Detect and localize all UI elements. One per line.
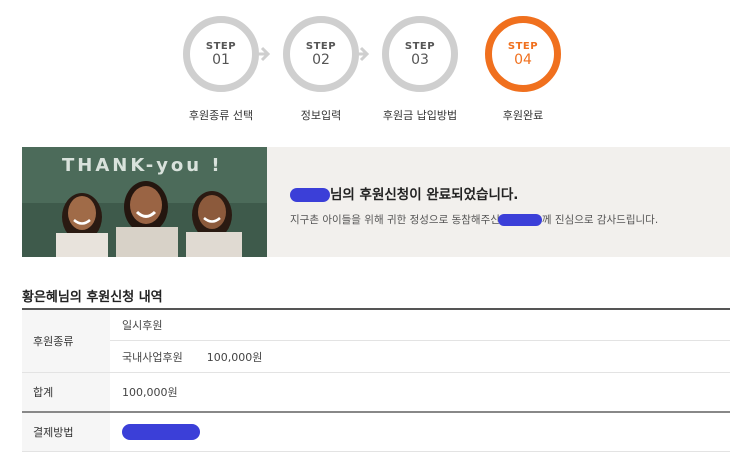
arrow-right-icon <box>352 46 370 62</box>
step-3-label: 후원금 납입방법 <box>382 109 458 122</box>
completion-banner: THANK-you ! 님의 후원신청이 완료되었습니다. 지구촌 아이들을 위… <box>22 147 730 257</box>
step-3-number: 03 <box>411 51 429 68</box>
redacted-name <box>497 214 542 226</box>
completion-subtitle-prefix: 지구촌 아이들을 위해 귀한 정성으로 동참해주신 <box>290 214 500 226</box>
payment-values <box>110 413 730 451</box>
step-4-word: STEP <box>507 40 539 52</box>
details-title: 황은혜님의 후원신청 내역 <box>22 290 163 305</box>
step-1-word: STEP <box>205 40 237 52</box>
completion-title-text: 님의 후원신청이 완료되었습니다. <box>330 187 519 203</box>
program-amount: 100,000원 <box>206 350 263 364</box>
completion-subtitle-suffix: 께 진심으로 감사드립니다. <box>541 214 659 226</box>
step-1-circle: STEP 01 <box>183 16 259 92</box>
completion-subtitle: 지구촌 아이들을 위해 귀한 정성으로 동참해주신 께 진심으로 감사드립니다. <box>290 212 720 227</box>
program-name: 국내사업후원 <box>122 350 183 364</box>
step-2: STEP 02 정보입력 <box>276 16 366 123</box>
step-progress: STEP 01 후원종류 선택 STEP 02 정보입력 STEP 03 후원금… <box>0 16 750 126</box>
arrow-right-icon <box>253 46 271 62</box>
step-2-label: 정보입력 <box>300 109 342 122</box>
type-value-cell: 일시후원 <box>110 310 730 341</box>
program-cell: 국내사업후원 100,000원 <box>110 341 730 372</box>
total-value: 100,000원 <box>122 386 178 399</box>
step-4-number: 04 <box>514 51 532 68</box>
chalkboard-text: THANK-you ! <box>62 155 223 176</box>
step-2-circle: STEP 02 <box>283 16 359 92</box>
step-2-word: STEP <box>305 40 337 52</box>
step-1-label: 후원종류 선택 <box>188 109 254 122</box>
type-label: 후원종류 <box>22 310 110 372</box>
table-row-type: 후원종류 일시후원 국내사업후원 100,000원 <box>22 310 730 373</box>
thank-you-photo: THANK-you ! <box>22 147 267 257</box>
payment-label: 결제방법 <box>22 413 110 451</box>
total-label: 합계 <box>22 373 110 411</box>
table-row-payment: 결제방법 <box>22 413 730 452</box>
step-3-word: STEP <box>404 40 436 52</box>
completion-title: 님의 후원신청이 완료되었습니다. <box>290 183 720 203</box>
donation-details-table: 후원종류 일시후원 국내사업후원 100,000원 합계 100,000원 결제… <box>22 308 730 452</box>
redacted-name <box>290 188 330 202</box>
redacted-payment-method <box>122 424 200 440</box>
step-4-label: 후원완료 <box>502 109 544 122</box>
step-4: STEP 04 후원완료 <box>478 16 568 123</box>
step-3-circle: STEP 03 <box>382 16 458 92</box>
table-row-total: 합계 100,000원 <box>22 373 730 413</box>
payment-value-cell <box>110 413 730 451</box>
total-value-cell: 100,000원 <box>110 373 730 411</box>
completion-message: 님의 후원신청이 완료되었습니다. 지구촌 아이들을 위해 귀한 정성으로 동참… <box>290 183 720 227</box>
step-4-circle: STEP 04 <box>485 16 561 92</box>
type-value: 일시후원 <box>122 319 163 332</box>
total-values: 100,000원 <box>110 373 730 411</box>
type-values: 일시후원 국내사업후원 100,000원 <box>110 310 730 372</box>
step-3: STEP 03 후원금 납입방법 <box>375 16 465 123</box>
step-1: STEP 01 후원종류 선택 <box>176 16 266 123</box>
step-1-number: 01 <box>212 51 230 68</box>
step-2-number: 02 <box>312 51 330 68</box>
